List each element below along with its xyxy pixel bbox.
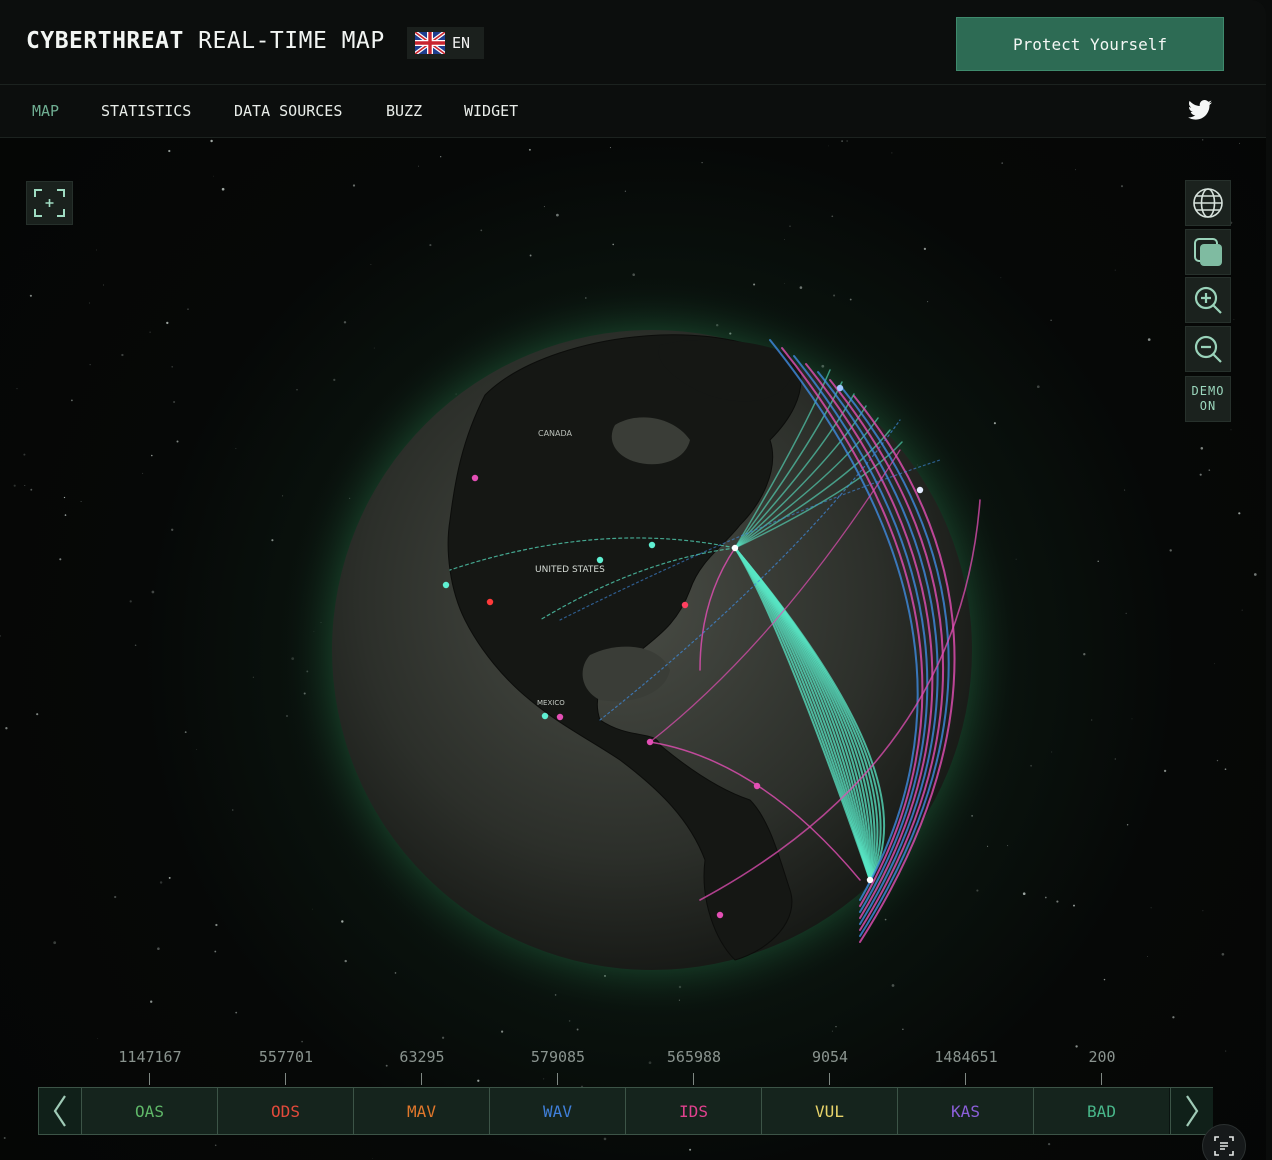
zoom-in-button[interactable] bbox=[1185, 277, 1231, 323]
attack-point bbox=[648, 541, 656, 549]
attack-point bbox=[866, 876, 874, 884]
legend-item-bad[interactable]: BAD bbox=[1033, 1088, 1169, 1134]
map-label-mexico: MEXICO bbox=[537, 699, 565, 707]
globe[interactable]: CANADA UNITED STATES MEXICO bbox=[0, 138, 1266, 1160]
map-label-usa: UNITED STATES bbox=[535, 565, 605, 575]
language-code: EN bbox=[452, 34, 471, 52]
stats-values: 1147167 557701 63295 579085 565988 9054 … bbox=[80, 1048, 1172, 1088]
stat-value-ods: 557701 bbox=[218, 1048, 354, 1085]
stat-value-ids: 565988 bbox=[626, 1048, 762, 1085]
attack-point bbox=[681, 601, 689, 609]
flat-map-view-button[interactable] bbox=[1185, 229, 1231, 275]
stat-value-oas: 1147167 bbox=[82, 1048, 218, 1085]
twitter-icon[interactable] bbox=[1188, 99, 1212, 121]
fullscreen-button[interactable] bbox=[26, 181, 73, 225]
nav-item-buzz[interactable]: BUZZ bbox=[386, 102, 422, 120]
nav-item-widget[interactable]: WIDGET bbox=[464, 102, 518, 120]
legend-item-ids[interactable]: IDS bbox=[625, 1088, 761, 1134]
fullscreen-icon bbox=[34, 189, 65, 217]
layers-icon bbox=[1194, 238, 1222, 266]
chevron-right-icon bbox=[1186, 1095, 1199, 1127]
stat-value-wav: 579085 bbox=[490, 1048, 626, 1085]
zoom-out-button[interactable] bbox=[1185, 326, 1231, 372]
legend-item-mav[interactable]: MAV bbox=[353, 1088, 489, 1134]
text-extract-button[interactable] bbox=[1202, 1124, 1246, 1160]
nav-item-map[interactable]: MAP bbox=[32, 102, 59, 120]
demo-state: ON bbox=[1199, 399, 1217, 413]
zoom-in-icon bbox=[1194, 286, 1222, 314]
main-nav: MAP STATISTICS DATA SOURCES BUZZ WIDGET bbox=[0, 85, 1266, 138]
attack-point bbox=[716, 911, 724, 919]
app-window: CANADA UNITED STATES MEXICO CYBERTHREAT … bbox=[0, 0, 1266, 1160]
attack-point bbox=[753, 782, 761, 790]
protect-yourself-button[interactable]: Protect Yourself bbox=[956, 17, 1224, 71]
demo-toggle-button[interactable]: DEMO ON bbox=[1185, 376, 1231, 422]
stat-value-vul: 9054 bbox=[762, 1048, 898, 1085]
map-label-canada: CANADA bbox=[538, 429, 573, 438]
attack-point bbox=[596, 556, 604, 564]
attack-point bbox=[471, 474, 479, 482]
attack-point bbox=[442, 581, 450, 589]
stat-value-mav: 63295 bbox=[354, 1048, 490, 1085]
legend-item-ods[interactable]: ODS bbox=[217, 1088, 353, 1134]
top-bar: CYBERTHREAT REAL-TIME MAP EN Protect You… bbox=[0, 0, 1266, 85]
text-scan-icon bbox=[1214, 1136, 1234, 1156]
attack-point bbox=[731, 544, 739, 552]
globe-view-button[interactable] bbox=[1185, 180, 1231, 226]
stat-value-bad: 200 bbox=[1034, 1048, 1170, 1085]
attack-point bbox=[916, 486, 924, 494]
attack-point bbox=[836, 384, 844, 392]
globe-icon bbox=[1193, 188, 1223, 218]
data-source-legend: OAS ODS MAV WAV IDS VUL KAS BAD bbox=[38, 1087, 1213, 1135]
uk-flag-icon bbox=[415, 32, 445, 54]
legend-item-wav[interactable]: WAV bbox=[489, 1088, 625, 1134]
legend-item-kas[interactable]: KAS bbox=[897, 1088, 1033, 1134]
nav-item-statistics[interactable]: STATISTICS bbox=[101, 102, 191, 120]
attack-point bbox=[556, 713, 564, 721]
language-selector[interactable]: EN bbox=[407, 27, 484, 59]
attack-point bbox=[486, 598, 494, 606]
attack-point bbox=[646, 738, 654, 746]
nav-item-data-sources[interactable]: DATA SOURCES bbox=[234, 102, 342, 120]
demo-label: DEMO bbox=[1191, 384, 1225, 398]
legend-prev-button[interactable] bbox=[39, 1088, 81, 1134]
attack-point bbox=[541, 712, 549, 720]
zoom-out-icon bbox=[1194, 335, 1222, 363]
legend-item-oas[interactable]: OAS bbox=[81, 1088, 217, 1134]
page-title: CYBERTHREAT REAL-TIME MAP bbox=[26, 28, 385, 54]
chevron-left-icon bbox=[53, 1095, 66, 1127]
stat-value-kas: 1484651 bbox=[898, 1048, 1034, 1085]
legend-item-vul[interactable]: VUL bbox=[761, 1088, 897, 1134]
